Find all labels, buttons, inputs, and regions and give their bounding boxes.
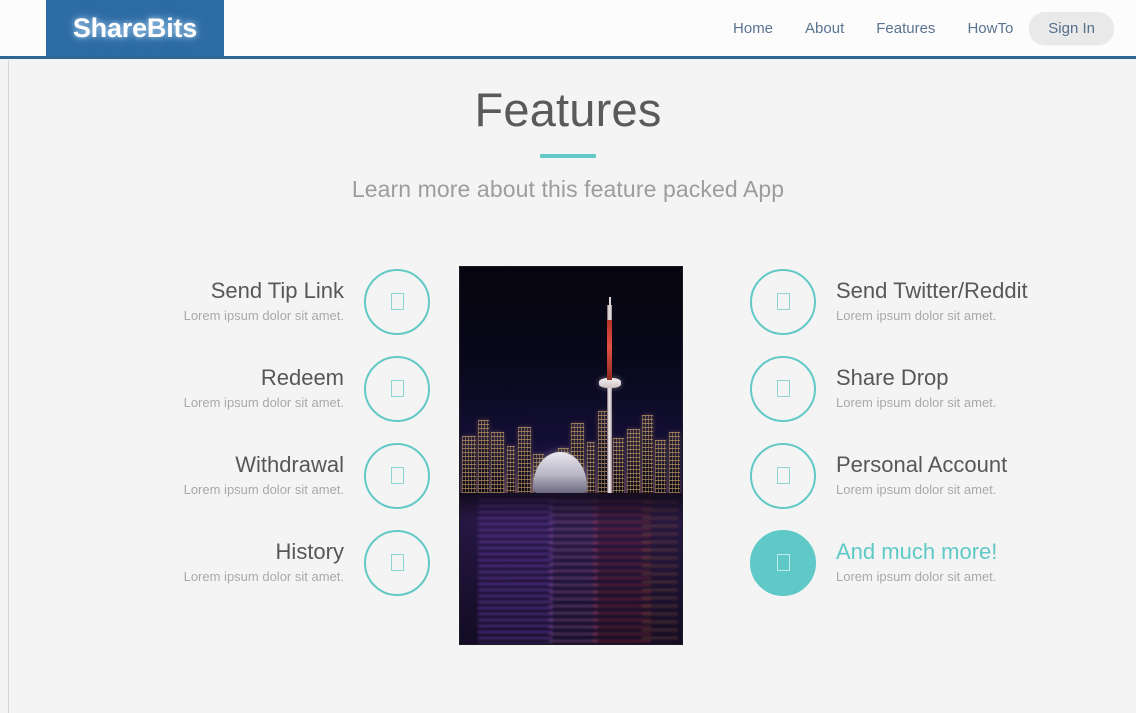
feature-desc: Lorem ipsum dolor sit amet. <box>183 307 344 323</box>
feature-title: Redeem <box>260 364 344 390</box>
feature-title: Share Drop <box>836 364 949 390</box>
tofu-box-icon <box>390 467 404 484</box>
photo-building <box>586 442 596 494</box>
photo-cn-tower-spire <box>608 297 611 320</box>
feature-desc: Lorem ipsum dolor sit amet. <box>836 568 997 584</box>
feature-item-send-tip-link[interactable]: Send Tip Link Lorem ipsum dolor sit amet… <box>110 258 430 345</box>
photo-building <box>626 428 641 494</box>
photo-building <box>517 426 532 494</box>
tofu-box-icon <box>776 293 790 310</box>
tofu-box-icon <box>776 554 790 571</box>
nav-item-features[interactable]: Features <box>860 13 951 44</box>
features-column-right: Send Twitter/Reddit Lorem ipsum dolor si… <box>750 258 1070 606</box>
photo-building <box>613 438 625 494</box>
photo-water-shadow <box>460 493 682 521</box>
feature-texts: History Lorem ipsum dolor sit amet. <box>184 539 344 587</box>
photo-cn-tower-upper <box>606 319 613 381</box>
feature-icon-circle[interactable] <box>364 268 430 335</box>
feature-icon-circle[interactable] <box>750 355 816 422</box>
photo-building <box>491 432 505 494</box>
page-title: Features <box>474 83 662 136</box>
feature-icon-circle[interactable] <box>750 268 816 335</box>
feature-texts: Withdrawal Lorem ipsum dolor sit amet. <box>184 452 344 500</box>
page-root: ShareBits Home About Features HowTo Sign… <box>0 0 1136 713</box>
feature-title: Send Twitter/Reddit <box>836 277 1028 303</box>
tofu-box-icon <box>776 467 790 484</box>
feature-icon-circle[interactable] <box>364 442 430 509</box>
feature-icon-circle[interactable] <box>750 529 816 596</box>
feature-desc: Lorem ipsum dolor sit amet. <box>836 481 997 497</box>
page-subtitle: Learn more about this feature packed App <box>351 176 785 202</box>
feature-item-share-drop[interactable]: Share Drop Lorem ipsum dolor sit amet. <box>750 345 1070 432</box>
photo-skyline <box>460 395 682 494</box>
feature-desc: Lorem ipsum dolor sit amet. <box>183 481 344 497</box>
feature-desc: Lorem ipsum dolor sit amet. <box>183 568 344 584</box>
feature-texts: Send Tip Link Lorem ipsum dolor sit amet… <box>184 278 344 326</box>
photo-building <box>655 440 667 494</box>
photo-water <box>460 493 682 644</box>
nav-item-howto[interactable]: HowTo <box>951 13 1029 44</box>
feature-desc: Lorem ipsum dolor sit amet. <box>836 394 997 410</box>
feature-item-personal-account[interactable]: Personal Account Lorem ipsum dolor sit a… <box>750 432 1070 519</box>
feature-title: Withdrawal <box>235 451 344 477</box>
photo-building <box>506 446 516 494</box>
features-column-left: Send Tip Link Lorem ipsum dolor sit amet… <box>110 258 430 606</box>
header-inner: ShareBits Home About Features HowTo Sign… <box>0 0 1136 56</box>
feature-texts: Share Drop Lorem ipsum dolor sit amet. <box>836 365 996 413</box>
photo-building <box>462 436 476 494</box>
feature-item-and-much-more[interactable]: And much more! Lorem ipsum dolor sit ame… <box>750 519 1070 606</box>
feature-texts: Redeem Lorem ipsum dolor sit amet. <box>184 365 344 413</box>
tofu-box-icon <box>390 293 404 310</box>
feature-title: And much more! <box>836 538 998 564</box>
feature-icon-circle[interactable] <box>364 355 430 422</box>
tofu-box-icon <box>390 380 404 397</box>
feature-icon-circle[interactable] <box>364 529 430 596</box>
nav-item-about[interactable]: About <box>789 13 860 44</box>
tofu-box-icon <box>390 554 404 571</box>
photo-building <box>668 432 680 494</box>
site-header: ShareBits Home About Features HowTo Sign… <box>0 0 1136 59</box>
feature-texts: And much more! Lorem ipsum dolor sit ame… <box>836 539 997 587</box>
feature-texts: Send Twitter/Reddit Lorem ipsum dolor si… <box>836 278 1028 326</box>
feature-title: Personal Account <box>836 451 1008 477</box>
tofu-box-icon <box>776 380 790 397</box>
photo-building <box>477 419 489 494</box>
feature-item-redeem[interactable]: Redeem Lorem ipsum dolor sit amet. <box>110 345 430 432</box>
sign-in-button[interactable]: Sign In <box>1029 11 1114 45</box>
site-logo-text: ShareBits <box>72 12 198 43</box>
feature-desc: Lorem ipsum dolor sit amet. <box>183 394 344 410</box>
feature-texts: Personal Account Lorem ipsum dolor sit a… <box>836 452 1007 500</box>
title-divider <box>540 154 596 158</box>
feature-item-send-twitter-reddit[interactable]: Send Twitter/Reddit Lorem ipsum dolor si… <box>750 258 1070 345</box>
feature-item-withdrawal[interactable]: Withdrawal Lorem ipsum dolor sit amet. <box>110 432 430 519</box>
main-nav: Home About Features HowTo Sign In <box>717 0 1114 56</box>
nav-item-home[interactable]: Home <box>717 13 789 44</box>
hero-title-block: Features Learn more about this feature p… <box>0 78 1136 203</box>
feature-photo <box>459 266 683 645</box>
feature-desc: Lorem ipsum dolor sit amet. <box>836 307 997 323</box>
feature-icon-circle[interactable] <box>750 442 816 509</box>
photo-building <box>642 414 654 494</box>
feature-title: Send Tip Link <box>210 277 344 303</box>
feature-item-history[interactable]: History Lorem ipsum dolor sit amet. <box>110 519 430 606</box>
feature-title: History <box>275 538 344 564</box>
site-logo[interactable]: ShareBits <box>46 0 224 56</box>
